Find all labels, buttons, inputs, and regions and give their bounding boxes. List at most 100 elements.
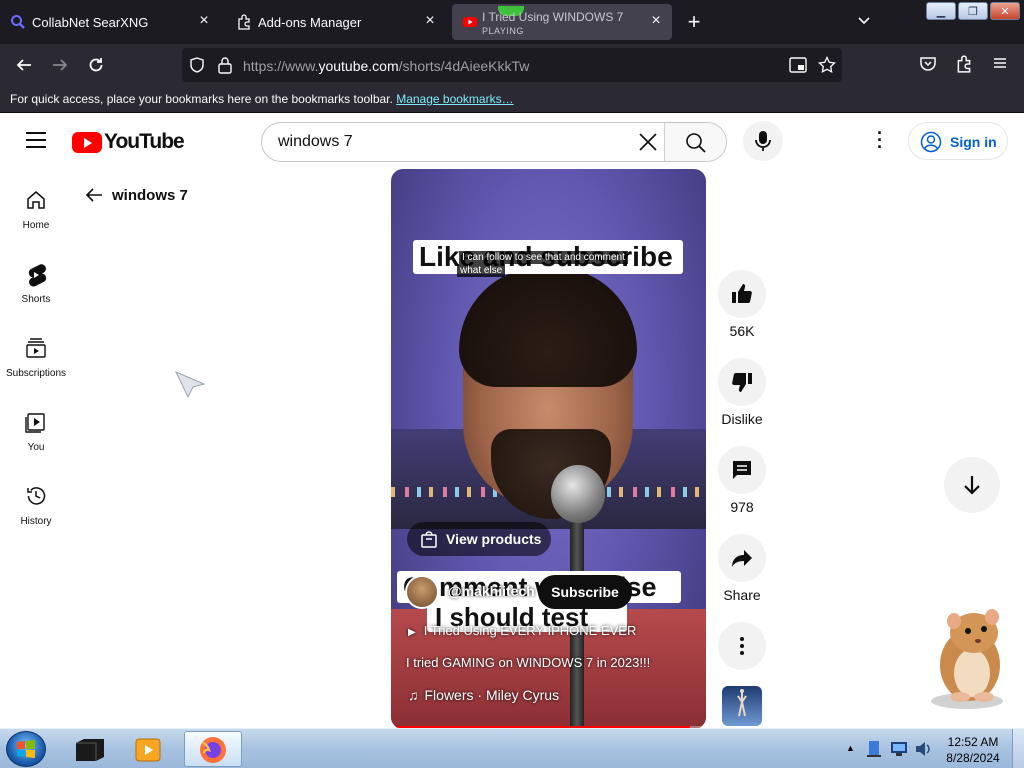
youtube-logo[interactable]: YouTube (72, 130, 185, 153)
picture-in-picture-icon[interactable] (789, 57, 807, 73)
show-desktop-button[interactable] (1012, 729, 1024, 768)
taskbar-media-player[interactable] (120, 731, 178, 767)
navigation-toolbar: https://www.youtube.com/shorts/4dAieeKkk… (0, 44, 1024, 86)
clock-time: 12:52 AM (947, 735, 999, 749)
related-video-link[interactable]: ▶ I Tried Using EVERY IPHONE EVER (408, 623, 636, 638)
puzzle-icon (957, 55, 971, 73)
url-path: /shorts/4dAieeKkkTw (398, 58, 530, 74)
tab-strip: CollabNet SearXNG × Add-ons Manager × I … (0, 0, 1024, 44)
manage-bookmarks-link[interactable]: Manage bookmarks… (396, 92, 513, 106)
search-input[interactable]: windows 7 (278, 133, 353, 151)
taskbar-firefox[interactable] (184, 731, 242, 767)
url-text[interactable]: https://www.youtube.com/shorts/4dAieeKkk… (243, 58, 529, 74)
back-button[interactable] (14, 55, 34, 75)
sign-in-button[interactable]: Sign in (908, 122, 1008, 160)
sound-thumbnail[interactable] (722, 686, 762, 726)
sidebar-item-history[interactable]: History (0, 471, 72, 531)
sidebar-label: You (27, 442, 45, 453)
list-tabs-button[interactable] (854, 12, 874, 32)
share-button[interactable] (718, 534, 766, 582)
close-window-button[interactable]: ✕ (990, 2, 1020, 20)
history-icon (27, 487, 46, 505)
youtube-wordmark: YouTube (104, 130, 185, 153)
close-icon (639, 133, 657, 151)
taskbar: ▲ 12:52 AM 8/28/2024 (0, 728, 1024, 768)
sidebar-label: Shorts (21, 294, 51, 305)
shorts-video-player[interactable]: Like and subscribe I can follow to see t… (391, 169, 706, 728)
bookmark-star-icon[interactable] (818, 56, 836, 74)
start-button[interactable] (6, 731, 46, 767)
forward-button[interactable] (50, 55, 70, 75)
reload-button[interactable] (86, 55, 106, 75)
pocket-button[interactable] (918, 55, 938, 75)
subtitle-line-1: I can follow to see that and comment (459, 251, 628, 264)
play-icon: ▶ (408, 627, 416, 638)
close-tab-icon[interactable]: × (648, 13, 664, 29)
video-microphone (551, 465, 605, 523)
channel-name[interactable]: @makhiitech (448, 583, 535, 599)
subtitle-line-2: what else (457, 264, 506, 277)
microphone-icon (755, 131, 771, 151)
voice-search-button[interactable] (743, 121, 783, 161)
sidebar-item-you[interactable]: You (0, 397, 72, 457)
taskbar-terminal[interactable] (62, 731, 120, 767)
shorts-icon (28, 264, 47, 287)
comment-count: 978 (730, 499, 754, 515)
media-player-icon (135, 738, 161, 762)
url-bar[interactable]: https://www.youtube.com/shorts/4dAieeKkk… (182, 48, 842, 82)
chevron-down-icon (858, 17, 870, 25)
search-button[interactable] (664, 123, 726, 161)
search-icon (11, 15, 25, 29)
minimize-button[interactable]: ▁ (926, 2, 956, 20)
bookmarks-hint: For quick access, place your bookmarks h… (10, 92, 393, 106)
new-tab-button[interactable]: + (684, 11, 704, 33)
volume-icon[interactable] (914, 740, 932, 758)
close-tab-icon[interactable]: × (196, 13, 212, 29)
tab-addons[interactable]: Add-ons Manager × (226, 0, 446, 44)
shield-icon[interactable] (189, 57, 205, 73)
sidebar-item-shorts[interactable]: Shorts (0, 249, 72, 309)
more-options-button[interactable] (718, 622, 766, 670)
thumbs-down-icon (732, 373, 752, 392)
show-hidden-icons-icon[interactable]: ▲ (846, 743, 855, 753)
mouse-cursor-icon (174, 371, 206, 399)
subscriptions-icon (26, 338, 46, 358)
dislike-button[interactable] (718, 358, 766, 406)
like-button[interactable] (718, 270, 766, 318)
related-video-title: I Tried Using EVERY IPHONE EVER (423, 623, 637, 638)
tab-searxng[interactable]: CollabNet SearXNG × (0, 0, 220, 44)
search-box[interactable]: windows 7 (261, 122, 727, 162)
comments-action: 978 (718, 446, 766, 515)
system-clock[interactable]: 12:52 AM 8/28/2024 (940, 734, 1006, 766)
share-action: Share (718, 534, 766, 603)
app-menu-button[interactable] (990, 55, 1010, 75)
youtube-icon (463, 17, 477, 27)
sidebar-label: Subscriptions (5, 368, 67, 379)
next-video-button[interactable] (944, 457, 1000, 513)
extensions-button[interactable] (954, 55, 974, 75)
channel-avatar[interactable] (405, 575, 439, 609)
maximize-button[interactable]: ❐ (958, 2, 988, 20)
close-tab-icon[interactable]: × (422, 13, 438, 29)
subscribe-button[interactable]: Subscribe (538, 575, 632, 609)
network-icon[interactable] (890, 741, 908, 757)
view-products-button[interactable]: View products (407, 522, 551, 556)
sidebar-item-subscriptions[interactable]: Subscriptions (0, 323, 72, 383)
lock-icon[interactable] (217, 56, 233, 74)
back-label: windows 7 (112, 187, 188, 204)
sidebar-item-home[interactable]: Home (0, 175, 72, 235)
tray-device-icon[interactable] (866, 740, 882, 758)
thumbs-up-icon (732, 284, 752, 303)
tab-label: Add-ons Manager (258, 15, 362, 30)
clear-search-button[interactable] (636, 131, 660, 155)
guide-menu-button[interactable] (26, 132, 46, 148)
comments-button[interactable] (718, 446, 766, 494)
tab-youtube[interactable]: I Tried Using WINDOWS 7 PLAYING × (452, 4, 672, 40)
settings-menu-button[interactable]: · · · (870, 124, 890, 156)
puzzle-icon (238, 14, 250, 30)
arrow-right-icon (53, 59, 68, 71)
video-person-hair (459, 267, 637, 387)
arrow-left-icon (16, 59, 31, 71)
arrow-left-icon (85, 188, 102, 202)
music-link[interactable]: ♫ Flowers · Miley Cyrus (408, 687, 559, 703)
